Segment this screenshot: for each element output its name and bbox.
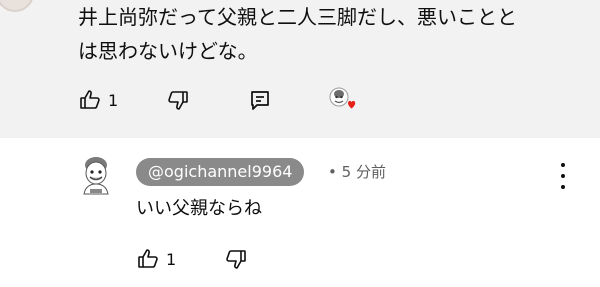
like-button[interactable]: 1 [78,86,118,114]
creator-heart-avatar-icon [328,86,358,114]
comment-text: 井上尚弥だって父親と二人三脚だし、悪いことと は思わないけどな。 [78,0,578,68]
comment-text-line-1: 井上尚弥だって父親と二人三脚だし、悪いことと [78,5,517,29]
dislike-button[interactable] [166,86,190,114]
thumbs-up-icon [78,88,102,112]
parent-comment: 井上尚弥だって父親と二人三脚だし、悪いことと は思わないけどな。 1 [0,0,600,138]
more-actions-button[interactable] [556,163,570,189]
creator-heart[interactable] [328,86,358,114]
reply-like-count: 1 [166,249,177,269]
reply-author-handle[interactable]: @ogichannel9964 [136,158,305,186]
thumbs-down-icon [166,88,190,112]
reply-text: いい父親ならね [136,198,262,219]
thumbs-up-icon [136,247,160,271]
like-count: 1 [108,90,119,110]
meta-separator: • [328,163,337,181]
reply-timestamp[interactable]: 5 分前 [342,163,386,181]
comment-text-line-2: は思わないけどな。 [78,39,258,63]
reply-button[interactable] [248,86,272,114]
reply-avatar[interactable] [78,155,114,195]
commenter-avatar[interactable] [0,0,34,12]
reply-dislike-button[interactable] [224,245,248,273]
thumbs-down-icon [224,247,248,271]
reply-like-button[interactable]: 1 [136,245,176,273]
more-vertical-icon [561,163,565,167]
reply-icon [248,88,272,112]
reply-meta: • 5 分前 [328,160,386,184]
